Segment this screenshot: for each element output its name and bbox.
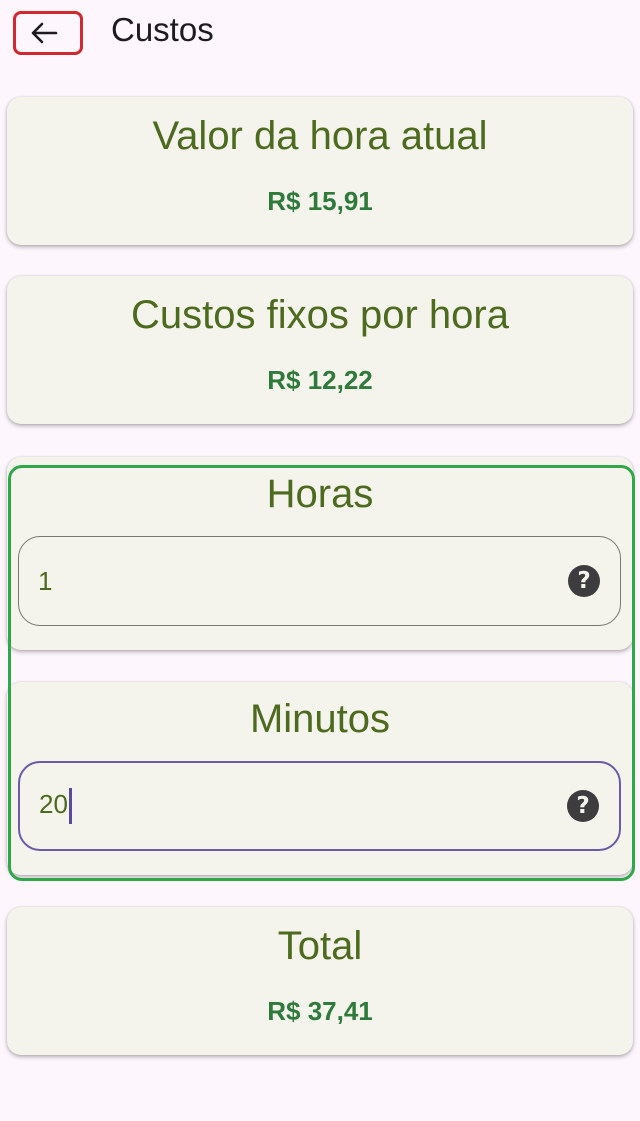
total-card: Total R$ 37,41 (7, 907, 633, 1055)
hourly-rate-card: Valor da hora atual R$ 15,91 (7, 97, 633, 245)
total-value: R$ 37,41 (267, 996, 373, 1026)
page-title: Custos (111, 11, 214, 48)
hourly-rate-title: Valor da hora atual (152, 114, 488, 158)
minutes-card: Minutos 20 ? (7, 682, 633, 875)
help-circle-icon[interactable]: ? (568, 565, 600, 597)
hours-input-value[interactable]: 1 (38, 566, 568, 596)
hours-card: Horas 1 ? (7, 457, 633, 650)
fixed-costs-card: Custos fixos por hora R$ 12,22 (7, 276, 633, 424)
hours-title: Horas (266, 472, 374, 516)
arrow-left-icon (31, 22, 58, 44)
top-app-bar: Custos (0, 0, 640, 64)
minutes-title: Minutos (249, 697, 391, 741)
help-circle-icon[interactable]: ? (567, 790, 599, 822)
hours-input[interactable]: 1 ? (18, 536, 621, 626)
total-title: Total (277, 924, 363, 968)
fixed-costs-title: Custos fixos por hora (131, 293, 509, 337)
fixed-costs-value: R$ 12,22 (267, 365, 373, 395)
minutes-input-value[interactable]: 20 (39, 789, 68, 819)
text-caret (68, 788, 72, 824)
back-button[interactable] (13, 11, 83, 55)
minutes-input[interactable]: 20 ? (18, 761, 621, 851)
hourly-rate-value: R$ 15,91 (267, 186, 373, 216)
minutes-input-wrap[interactable]: 20 (39, 788, 567, 824)
